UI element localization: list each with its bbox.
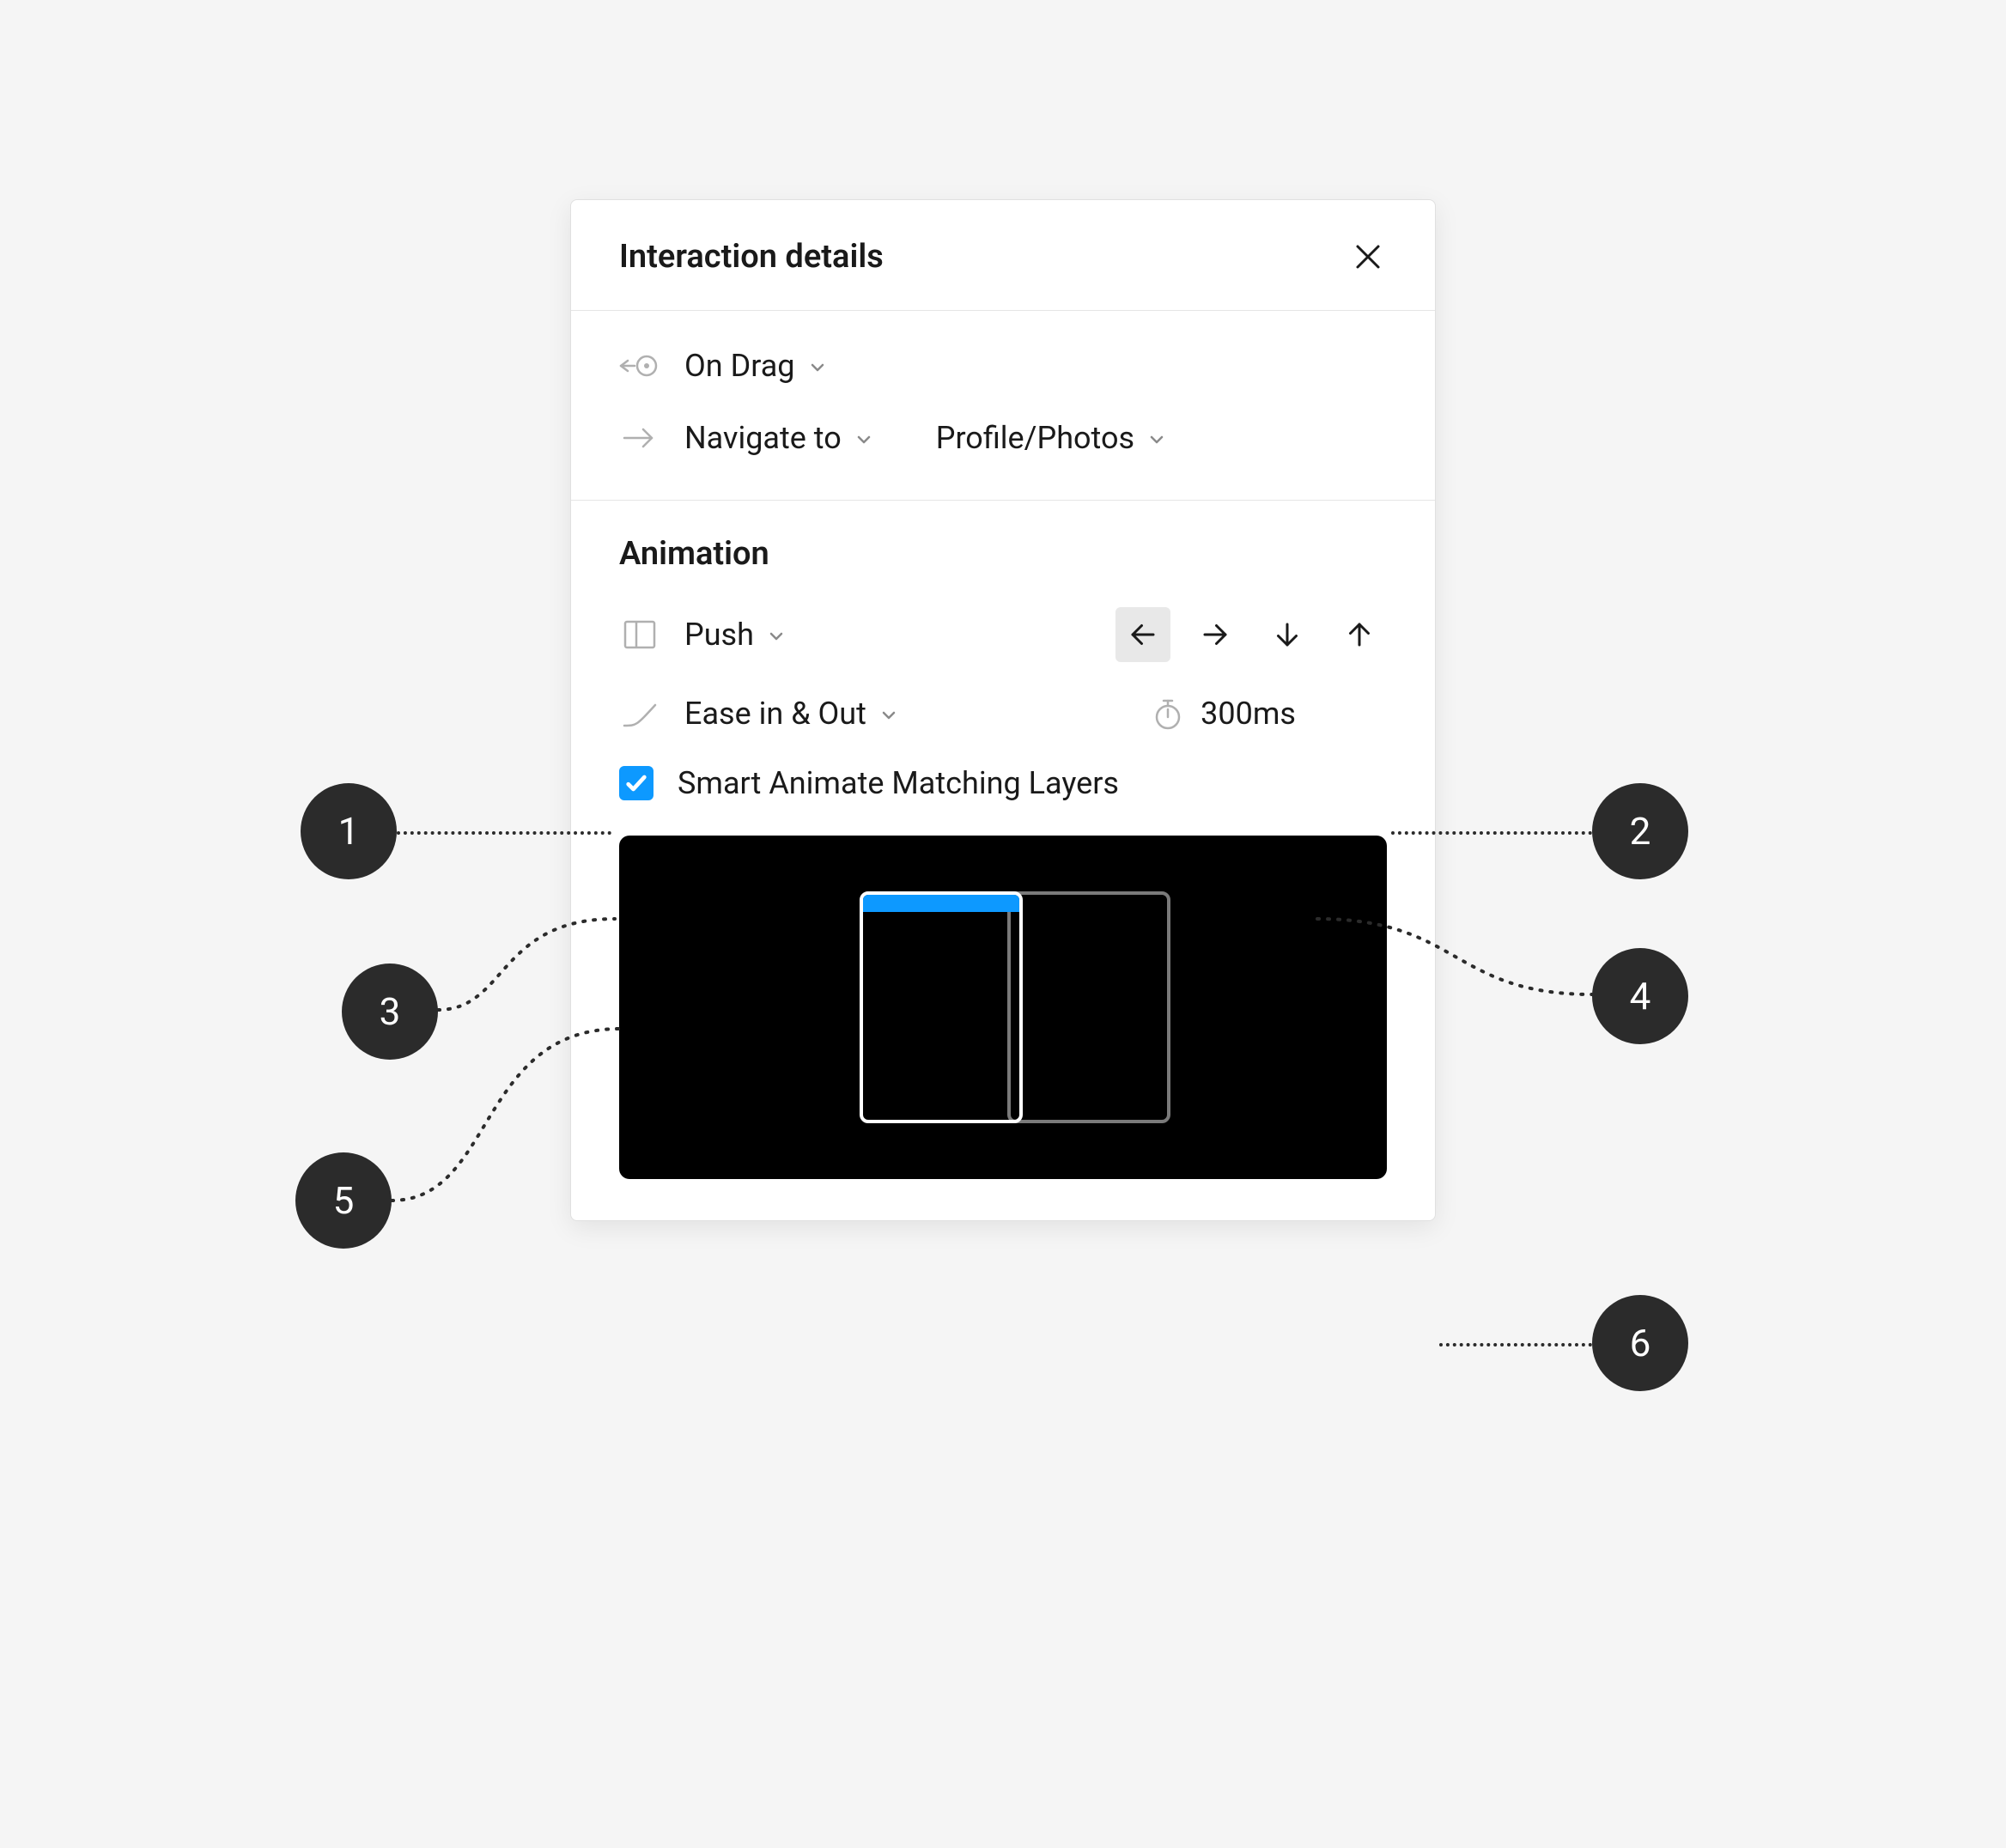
chevron-down-icon (854, 429, 874, 450)
trigger-dropdown[interactable]: On Drag (684, 348, 828, 384)
action-dropdown[interactable]: Navigate to (684, 420, 874, 456)
easing-duration-row: Ease in & Out 300ms (619, 693, 1387, 734)
drag-icon (619, 345, 660, 386)
callout-line (397, 831, 611, 835)
action-label: Navigate to (684, 420, 842, 456)
easing-label: Ease in & Out (684, 696, 866, 732)
direction-down-button[interactable] (1260, 607, 1315, 662)
preview-frame-front (860, 891, 1023, 1123)
check-icon (624, 771, 648, 795)
preview-frame-front-header (863, 895, 1019, 912)
arrow-right-icon (619, 417, 660, 459)
direction-up-button[interactable] (1332, 607, 1387, 662)
callout-line (1439, 1343, 1592, 1346)
callout-badge-2: 2 (1592, 783, 1688, 879)
callout-badge-1: 1 (301, 783, 397, 879)
callout-badge-4: 4 (1592, 948, 1688, 1044)
arrow-left-icon (1128, 619, 1158, 650)
smart-animate-checkbox-row[interactable]: Smart Animate Matching Layers (619, 765, 1387, 801)
chevron-down-icon (878, 705, 899, 726)
trigger-row: On Drag (619, 345, 1387, 386)
direction-left-button[interactable] (1115, 607, 1170, 662)
panel-header: Interaction details (571, 200, 1435, 310)
animation-section: Animation Push (571, 501, 1435, 1220)
interaction-details-panel: Interaction details On Drag (570, 199, 1436, 1221)
arrow-right-icon (1200, 619, 1231, 650)
callout-badge-6: 6 (1592, 1295, 1688, 1391)
duration-field[interactable]: 300ms (1152, 696, 1296, 732)
callout-number: 2 (1630, 809, 1651, 854)
close-button[interactable] (1349, 238, 1387, 276)
preview-frame-back (1007, 891, 1170, 1123)
stopwatch-icon (1152, 696, 1183, 731)
direction-right-button[interactable] (1188, 607, 1243, 662)
action-row: Navigate to Profile/Photos (619, 417, 1387, 459)
push-icon (619, 614, 660, 655)
callout-number: 5 (333, 1178, 355, 1223)
panel-title: Interaction details (619, 238, 884, 276)
easing-curve-icon (619, 693, 660, 734)
animation-type-row: Push (619, 607, 1387, 662)
callout-badge-5: 5 (295, 1152, 392, 1249)
close-icon (1353, 241, 1383, 272)
callout-number: 3 (380, 989, 401, 1034)
callout-line (1391, 831, 1592, 835)
arrow-down-icon (1272, 619, 1303, 650)
callout-line (1314, 915, 1606, 1018)
animation-heading: Animation (619, 535, 1387, 573)
callout-number: 4 (1630, 974, 1651, 1018)
arrow-up-icon (1344, 619, 1375, 650)
chevron-down-icon (766, 626, 787, 647)
chevron-down-icon (1146, 429, 1167, 450)
callout-number: 6 (1630, 1321, 1651, 1365)
duration-value: 300ms (1201, 696, 1296, 732)
smart-animate-checkbox[interactable] (619, 766, 653, 800)
trigger-label: On Drag (684, 348, 795, 384)
easing-dropdown[interactable]: Ease in & Out (684, 696, 899, 732)
animation-type-label: Push (684, 617, 754, 653)
target-label: Profile/Photos (936, 420, 1134, 456)
target-dropdown[interactable]: Profile/Photos (936, 420, 1167, 456)
direction-group (1115, 607, 1387, 662)
callout-number: 1 (338, 809, 360, 854)
smart-animate-label: Smart Animate Matching Layers (678, 765, 1119, 801)
chevron-down-icon (807, 357, 828, 378)
trigger-action-section: On Drag Navigate to Profile/Photo (571, 311, 1435, 500)
animation-preview (619, 836, 1387, 1179)
animation-type-dropdown[interactable]: Push (684, 617, 787, 653)
callout-badge-3: 3 (342, 964, 438, 1060)
